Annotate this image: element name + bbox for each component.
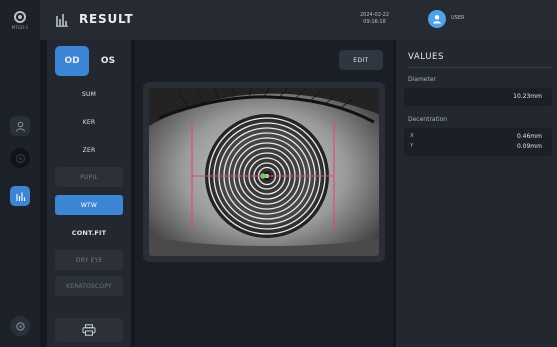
app-window: MTGR-1 RESULT 2024-02-22 09:16:18 USER O…: [0, 0, 557, 347]
tab-os[interactable]: OS: [91, 46, 125, 76]
print-button[interactable]: [55, 318, 123, 342]
measure-icon: [15, 153, 25, 163]
image-viewer: EDIT: [135, 40, 393, 347]
person-icon: [433, 15, 441, 24]
diameter-field: 10.23mm: [404, 88, 552, 106]
menu-item-keratoscopy[interactable]: KERATOSCOPY: [55, 276, 123, 296]
menu-item-sum[interactable]: SUM: [55, 84, 123, 104]
menu-item-contfit[interactable]: CONT.FIT: [55, 223, 123, 243]
top-bar: MTGR-1 RESULT 2024-02-22 09:16:18 USER: [0, 0, 557, 40]
user-outline-icon: [15, 121, 25, 132]
datetime: 2024-02-22 09:16:18: [360, 12, 389, 26]
side-rail: [0, 40, 40, 347]
divider: [408, 67, 552, 68]
result-icon: [15, 192, 25, 201]
menu-item-pupil[interactable]: PUPIL: [55, 167, 123, 187]
decentration-y-label: Y: [410, 143, 414, 149]
menu-item-zer[interactable]: ZER: [55, 140, 123, 160]
model-label: MTGR-1: [11, 24, 29, 30]
menu-item-wtw[interactable]: WTW: [55, 195, 123, 215]
decentration-x-value: 0.46mm: [516, 133, 542, 140]
decentration-label: Decentration: [408, 116, 448, 123]
eye-image[interactable]: [149, 88, 379, 256]
rail-measure-button[interactable]: [10, 148, 30, 168]
printer-icon: [82, 324, 96, 336]
eye-selector: OD OS: [51, 46, 127, 76]
user-avatar-icon[interactable]: [428, 10, 446, 28]
rail-settings-button[interactable]: [10, 316, 30, 336]
settings-icon: [15, 321, 25, 331]
decentration-y-value: 0.09mm: [516, 143, 542, 150]
values-panel: VALUES Diameter 10.23mm Decentration X 0…: [396, 40, 557, 347]
diameter-label: Diameter: [408, 76, 437, 83]
values-title: VALUES: [408, 52, 444, 62]
rail-user-button[interactable]: [10, 116, 30, 136]
eye-image-frame: [143, 82, 385, 262]
page-title: RESULT: [79, 12, 134, 26]
edit-button[interactable]: EDIT: [339, 50, 383, 70]
result-chart-icon: [56, 14, 68, 27]
time-text: 09:16:18: [363, 19, 386, 25]
decentration-field: X 0.46mm Y 0.09mm: [404, 128, 552, 156]
menu-item-dryeye[interactable]: DRY EYE: [55, 250, 123, 270]
menu-item-ker[interactable]: KER: [55, 112, 123, 132]
decentration-x-label: X: [410, 133, 414, 139]
rail-result-button[interactable]: [10, 186, 30, 206]
device-logo: MTGR-1: [0, 0, 40, 40]
measurement-menu: OD OS SUM KER ZER PUPIL WTW CONT.FIT DRY…: [47, 40, 131, 347]
user-name[interactable]: USER: [451, 15, 464, 21]
diameter-value: 10.23mm: [513, 93, 542, 100]
tab-od[interactable]: OD: [55, 46, 89, 76]
date-text: 2024-02-22: [360, 12, 390, 18]
logo-icon: [14, 10, 26, 23]
